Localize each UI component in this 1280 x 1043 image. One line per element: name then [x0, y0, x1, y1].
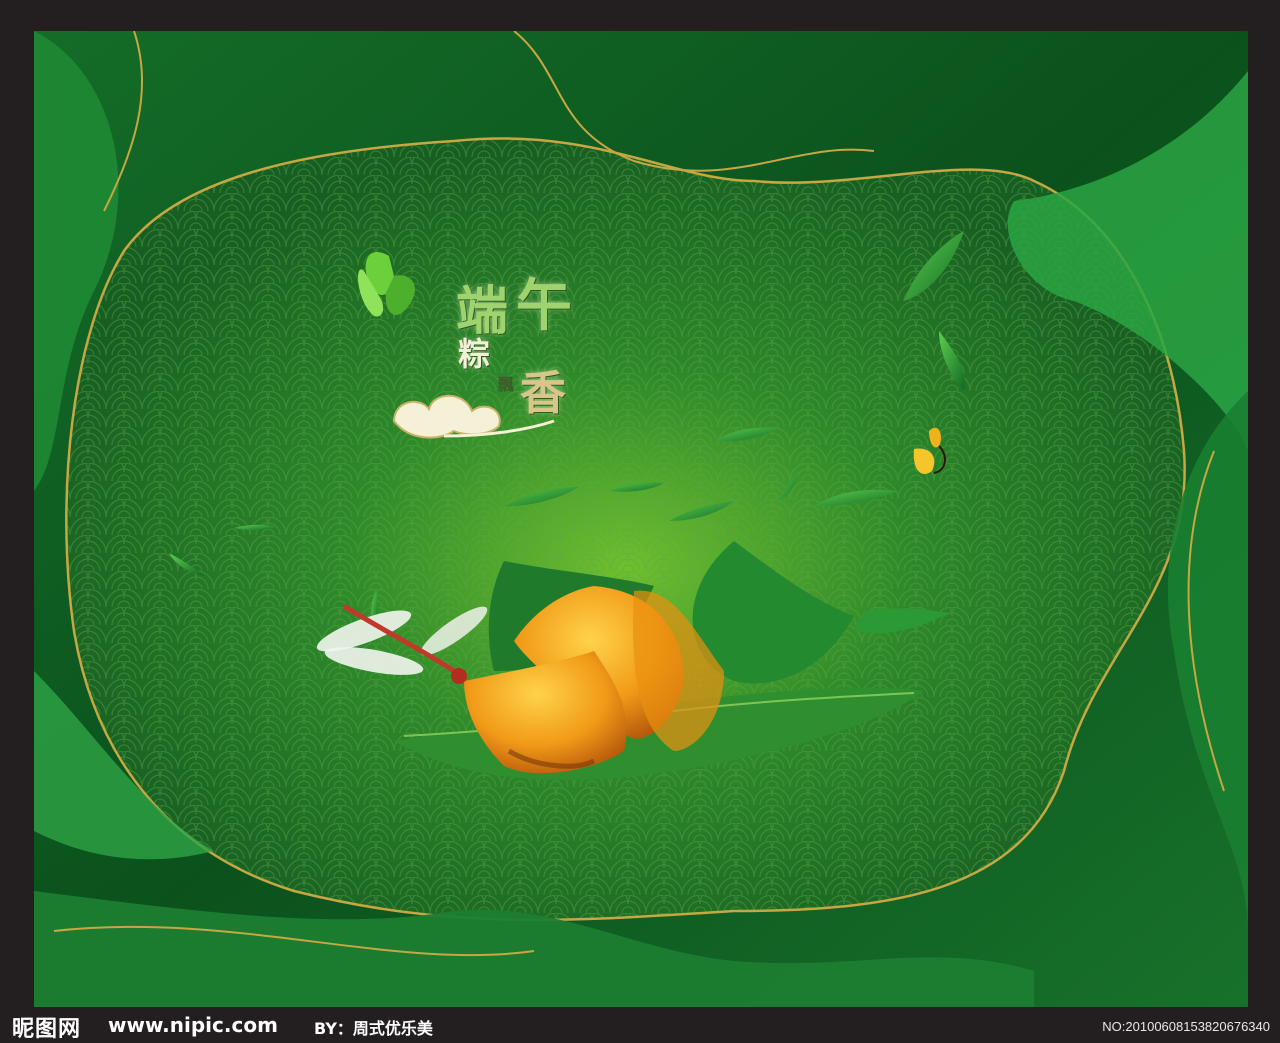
poster-background — [34, 31, 1248, 1007]
watermark-footer: 昵图网 www.nipic.com BY：周式优乐美 NO:2010060815… — [0, 1007, 1280, 1042]
poster-canvas: 端 午 粽 香 飄 — [34, 31, 1248, 1007]
title-char-3: 粽 — [458, 335, 491, 373]
title-char-4: 香 — [520, 366, 566, 420]
title-calligraphy: 端 午 粽 香 飄 — [370, 221, 630, 481]
author-credit: BY：周式优乐美 — [314, 1019, 433, 1038]
site-logo-text: 昵图网 — [12, 1016, 82, 1042]
title-char-5: 飄 — [498, 375, 515, 394]
site-url-text[interactable]: www.nipic.com — [108, 1013, 278, 1037]
title-char-2: 午 — [516, 273, 572, 339]
image-number: NO:20100608153820676340 — [1102, 1019, 1270, 1034]
